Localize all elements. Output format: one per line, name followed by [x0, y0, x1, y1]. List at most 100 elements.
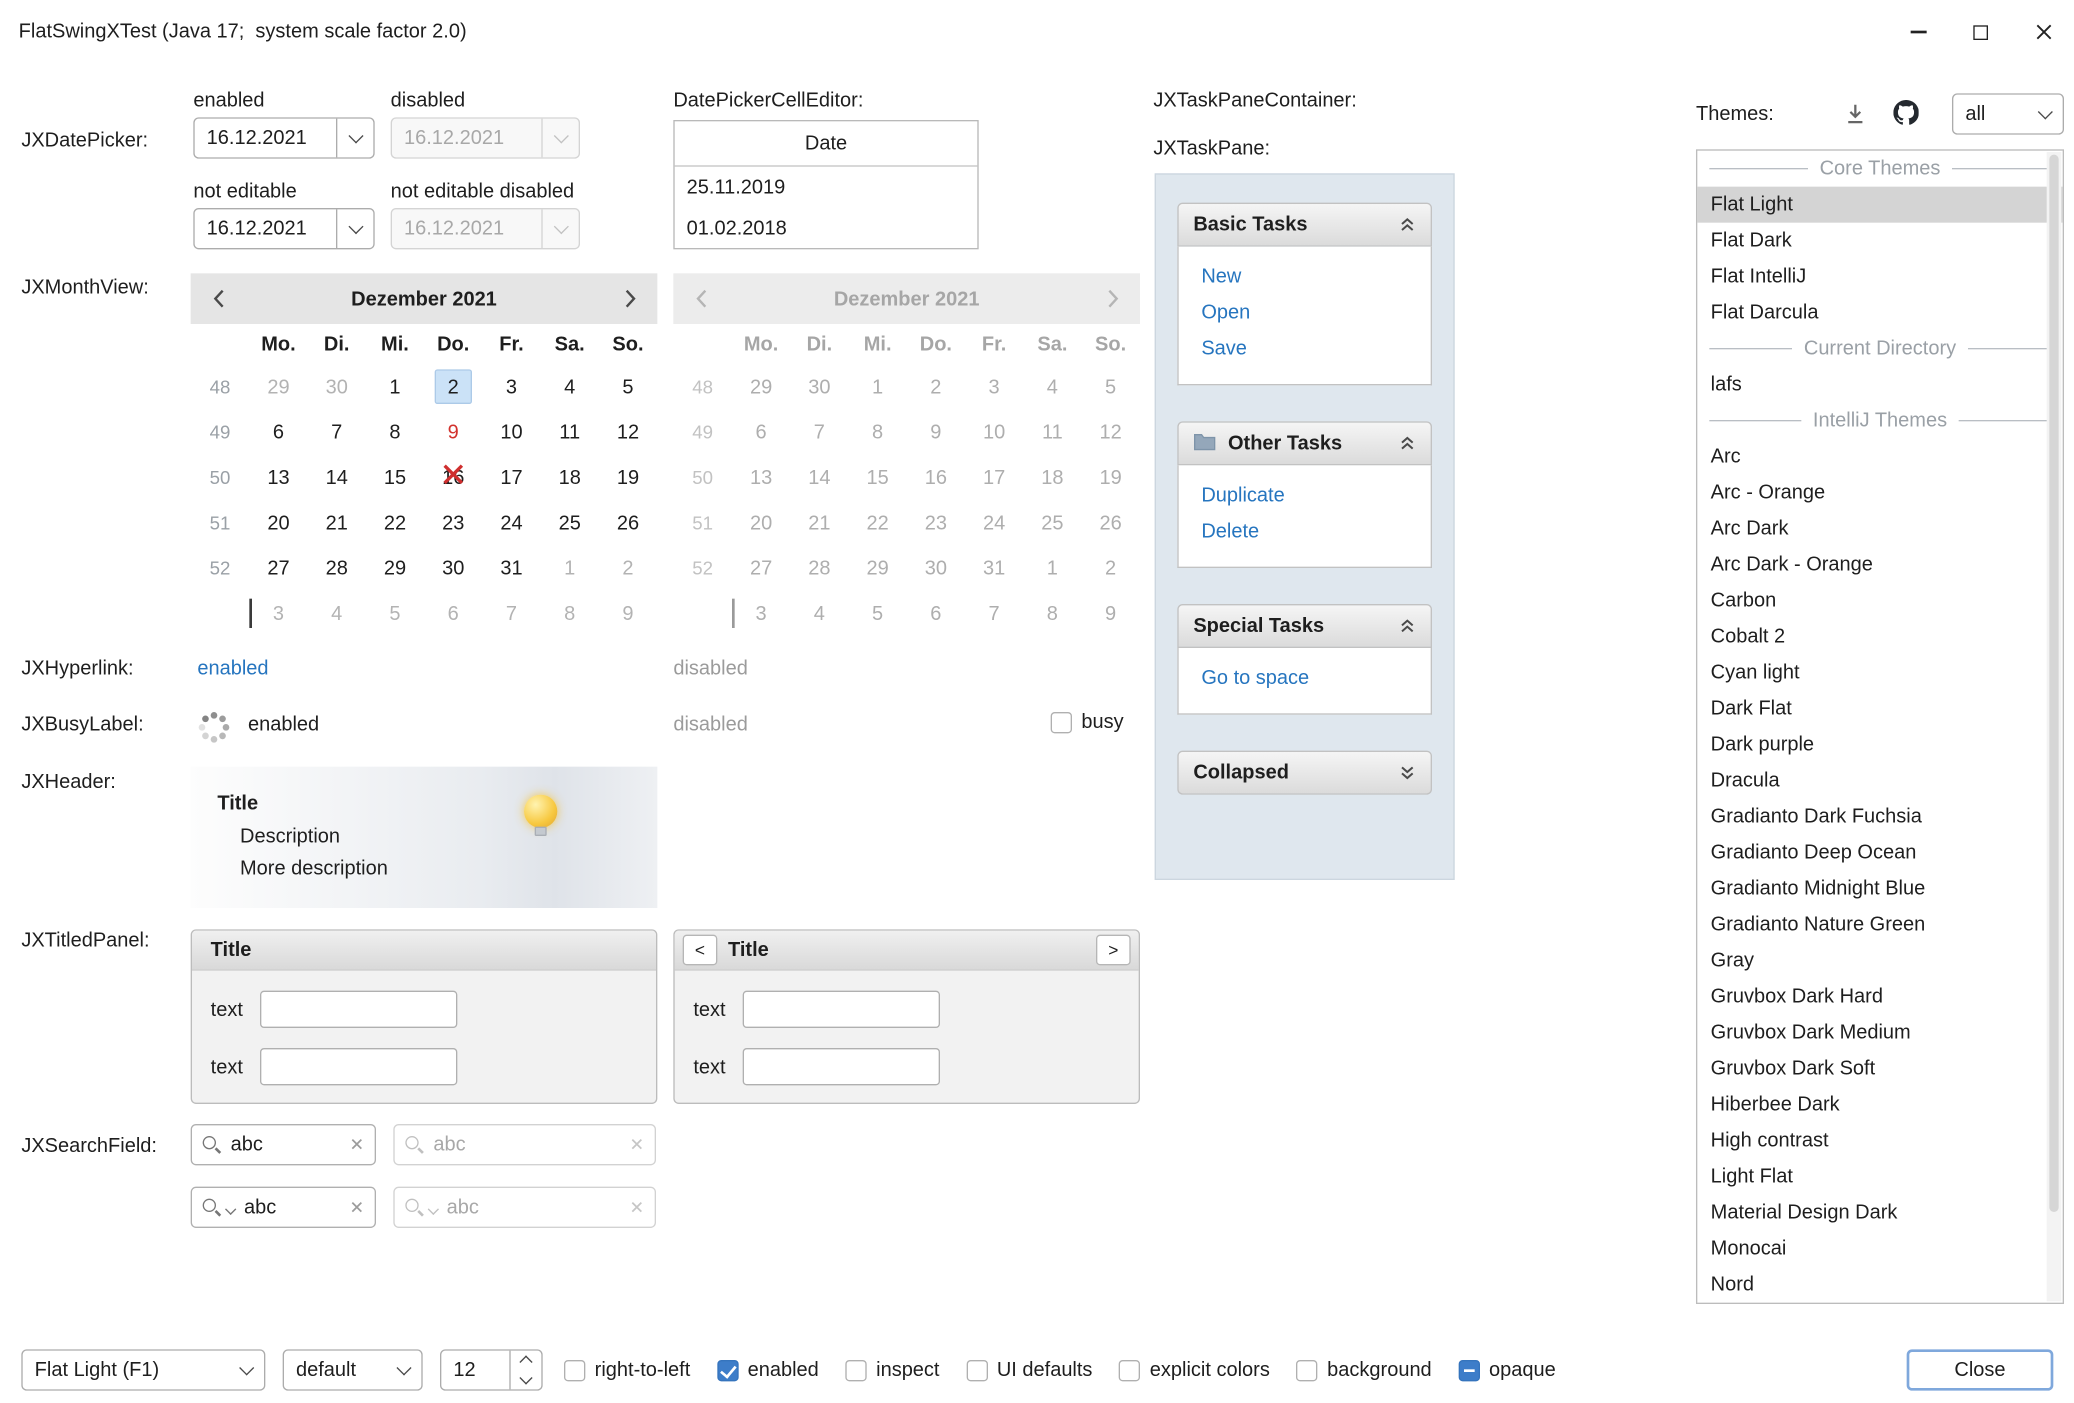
datepicker-dropdown-button[interactable] — [336, 119, 373, 158]
calendar-day[interactable]: 7 — [308, 409, 366, 454]
calendar-day[interactable]: 29 — [366, 545, 424, 590]
search-field-3[interactable]: abc ✕ — [191, 1187, 376, 1228]
scrollbar[interactable] — [2047, 152, 2062, 1301]
checkbox-right-to-left[interactable]: right-to-left — [564, 1359, 690, 1382]
theme-list-item[interactable]: Material Design Dark — [1697, 1195, 2062, 1231]
taskpane-link[interactable]: Duplicate — [1201, 477, 1408, 513]
theme-list-item[interactable]: Gray — [1697, 943, 2062, 979]
theme-list-item[interactable]: Dracula — [1697, 763, 2062, 799]
font-size-value[interactable]: 12 — [441, 1359, 509, 1382]
calendar-day[interactable]: 5 — [599, 364, 657, 409]
calendar-day[interactable]: 3 — [482, 364, 540, 409]
theme-list-item[interactable]: Gruvbox Dark Hard — [1697, 979, 2062, 1015]
checkbox-inspect[interactable]: inspect — [845, 1359, 939, 1382]
theme-list-item[interactable]: Gruvbox Dark Medium — [1697, 1015, 2062, 1051]
theme-list-item[interactable]: Arc Dark - Orange — [1697, 547, 2062, 583]
calendar-prev-button[interactable] — [191, 273, 247, 324]
checkbox-box[interactable] — [1051, 711, 1072, 732]
calendar-day[interactable]: 4 — [308, 591, 366, 636]
theme-list-item[interactable]: Monocai — [1697, 1231, 2062, 1267]
calendar-day[interactable]: 4 — [541, 364, 599, 409]
theme-list-item[interactable]: Gradianto Midnight Blue — [1697, 871, 2062, 907]
download-themes-button[interactable] — [1837, 96, 1872, 131]
calendar-day[interactable]: 6 — [249, 409, 307, 454]
theme-list-item[interactable]: High contrast — [1697, 1123, 2062, 1159]
calendar-day[interactable]: 18 — [541, 455, 599, 500]
search-value[interactable]: abc — [244, 1196, 276, 1219]
theme-list-item[interactable]: Flat Light — [1697, 187, 2062, 223]
titled-panel-left-button[interactable]: < — [683, 935, 718, 966]
calendar-day[interactable]: 23 — [424, 500, 482, 545]
calendar-day[interactable]: 24 — [482, 500, 540, 545]
calendar-day[interactable]: 14 — [308, 455, 366, 500]
taskpane-link[interactable]: Delete — [1201, 513, 1408, 549]
date-table-header[interactable]: Date — [675, 121, 978, 166]
datepicker-enabled[interactable]: 16.12.2021 — [193, 117, 374, 158]
theme-list-item[interactable]: Flat Dark — [1697, 223, 2062, 259]
checkbox-box[interactable] — [717, 1359, 738, 1380]
checkbox-box[interactable] — [564, 1359, 585, 1380]
spinner-down-button[interactable] — [511, 1370, 542, 1389]
calendar-day[interactable]: 8 — [541, 591, 599, 636]
calendar-day[interactable]: 11 — [541, 409, 599, 454]
theme-list-item[interactable]: Arc Dark — [1697, 511, 2062, 547]
calendar-day[interactable]: 16 — [424, 455, 482, 500]
calendar-next-button[interactable] — [601, 273, 657, 324]
calendar-day[interactable]: 21 — [308, 500, 366, 545]
calendar-day[interactable]: 31 — [482, 545, 540, 590]
calendar-day[interactable]: 27 — [249, 545, 307, 590]
datepicker-not-editable[interactable]: 16.12.2021 — [193, 208, 374, 249]
checkbox-box[interactable] — [966, 1359, 987, 1380]
theme-list-item[interactable]: Hiberbee Dark — [1697, 1087, 2062, 1123]
hyperlink-enabled[interactable]: enabled — [197, 657, 268, 680]
taskpane-link[interactable]: New — [1201, 259, 1408, 295]
checkbox-box[interactable] — [1296, 1359, 1317, 1380]
date-table-row[interactable]: 01.02.2018 — [675, 208, 978, 249]
minimize-button[interactable] — [1887, 0, 1950, 64]
calendar-day[interactable]: 30 — [308, 364, 366, 409]
theme-list-item[interactable]: Dark Flat — [1697, 691, 2062, 727]
calendar-day[interactable]: 17 — [482, 455, 540, 500]
theme-list-item[interactable]: lafs — [1697, 367, 2062, 403]
datepicker-value[interactable]: 16.12.2021 — [195, 127, 336, 150]
calendar-day[interactable]: 22 — [366, 500, 424, 545]
theme-list-item[interactable]: Gruvbox Dark Soft — [1697, 1051, 2062, 1087]
calendar-day[interactable]: 2 — [424, 364, 482, 409]
scrollbar-thumb[interactable] — [2049, 155, 2058, 1212]
font-size-spinner[interactable]: 12 — [440, 1349, 543, 1390]
calendar-day[interactable]: 19 — [599, 455, 657, 500]
github-button[interactable] — [1888, 95, 1923, 130]
calendar-day[interactable]: 5 — [366, 591, 424, 636]
theme-list-item[interactable]: Gradianto Deep Ocean — [1697, 835, 2062, 871]
calendar-day[interactable]: 3 — [249, 591, 307, 636]
theme-list-item[interactable]: Arc — [1697, 439, 2062, 475]
taskpane-link[interactable]: Save — [1201, 331, 1408, 367]
theme-list-item[interactable]: Cyan light — [1697, 655, 2062, 691]
theme-list-item[interactable]: Flat Darcula — [1697, 295, 2062, 331]
calendar-day[interactable]: 2 — [599, 545, 657, 590]
combo-dropdown-button[interactable] — [2027, 95, 2063, 134]
calendar-day[interactable]: 28 — [308, 545, 366, 590]
theme-list-item[interactable]: Nord — [1697, 1267, 2062, 1303]
checkbox-box[interactable] — [845, 1359, 866, 1380]
search-value[interactable]: abc — [231, 1133, 263, 1156]
theme-list-item[interactable]: Gradianto Dark Fuchsia — [1697, 799, 2062, 835]
calendar-day[interactable]: 8 — [366, 409, 424, 454]
checkbox-background[interactable]: background — [1296, 1359, 1431, 1382]
busy-checkbox[interactable]: busy — [1051, 711, 1124, 734]
checkbox-explicit-colors[interactable]: explicit colors — [1119, 1359, 1270, 1382]
datepicker-dropdown-button[interactable] — [336, 209, 373, 248]
clear-icon[interactable]: ✕ — [349, 1134, 364, 1155]
theme-list-item[interactable]: Light Flat — [1697, 1159, 2062, 1195]
calendar-day[interactable]: 1 — [541, 545, 599, 590]
taskpane-header[interactable]: Collapsed — [1177, 751, 1432, 795]
calendar-day[interactable]: 1 — [366, 364, 424, 409]
close-window-button[interactable] — [2012, 0, 2074, 64]
calendar-day[interactable]: 7 — [482, 591, 540, 636]
text-input[interactable] — [260, 991, 457, 1028]
combo-dropdown-button[interactable] — [228, 1351, 264, 1390]
taskpane-link[interactable]: Go to space — [1201, 660, 1408, 696]
checkbox-enabled[interactable]: enabled — [717, 1359, 819, 1382]
text-input[interactable] — [743, 991, 940, 1028]
theme-list-item[interactable]: Carbon — [1697, 583, 2062, 619]
